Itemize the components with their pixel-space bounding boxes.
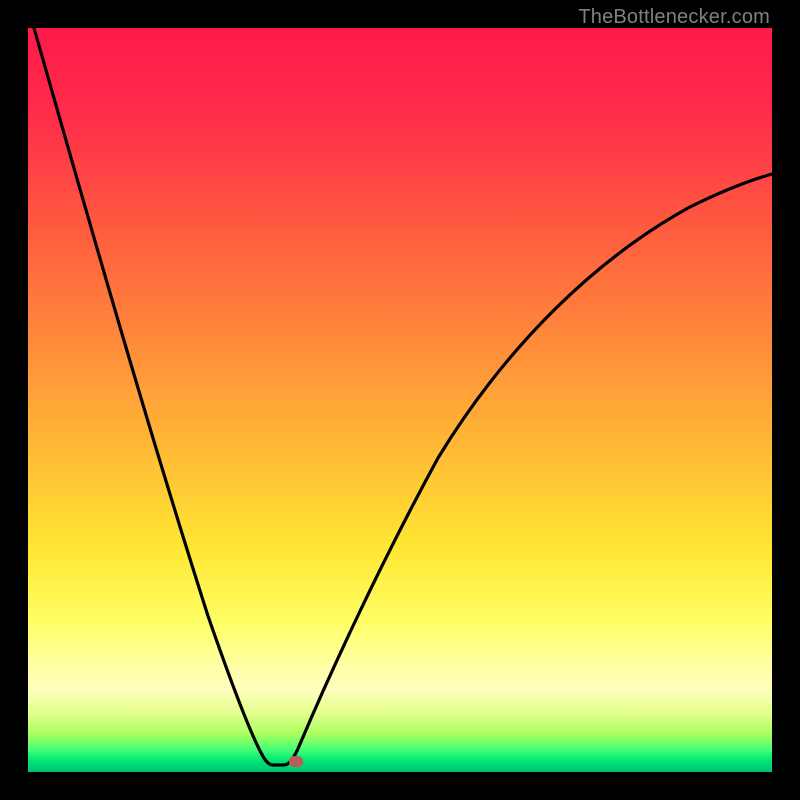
- watermark-text: TheBottlenecker.com: [578, 6, 770, 29]
- outer-frame: TheBottlenecker.com: [0, 0, 800, 800]
- curve-path: [34, 28, 772, 765]
- bottleneck-curve: [28, 28, 772, 772]
- optimal-marker: [289, 756, 303, 767]
